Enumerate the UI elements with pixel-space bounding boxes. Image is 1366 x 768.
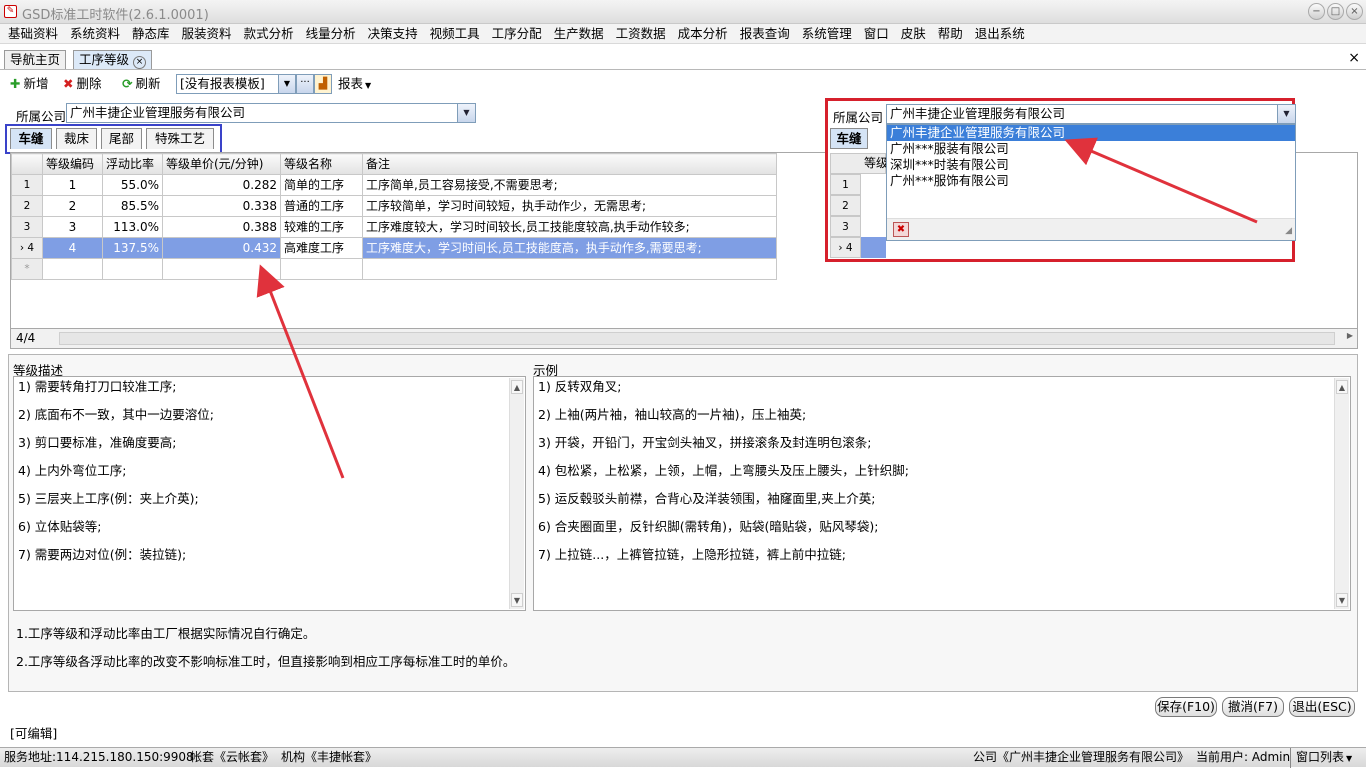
arrow-to-dropdown-option — [1064, 137, 1258, 224]
arrow-to-selected-row — [256, 264, 345, 479]
annotation-arrows — [256, 137, 1258, 479]
